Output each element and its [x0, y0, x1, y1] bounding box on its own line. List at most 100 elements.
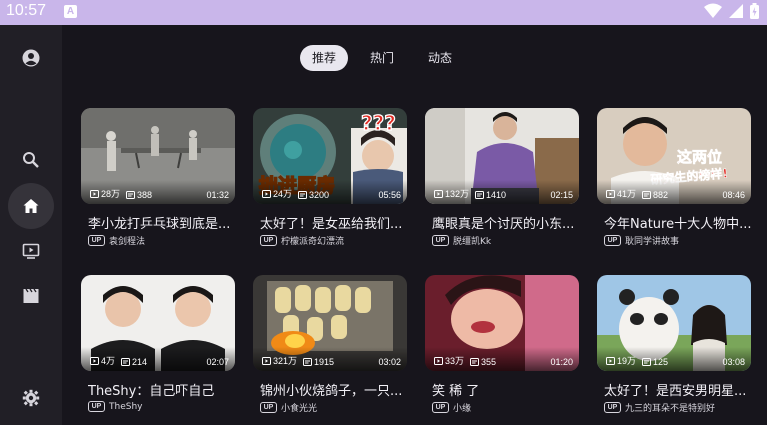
- video-uploader[interactable]: UP 脱缰凯Kk: [432, 234, 491, 247]
- uploader-name: 脱缰凯Kk: [453, 237, 492, 247]
- status-bar: 10:57 A: [0, 0, 767, 25]
- uploader-name: TheShy: [109, 401, 143, 412]
- video-title[interactable]: 锦州小伙烧鸽子，一只...: [260, 380, 410, 399]
- video-uploader[interactable]: UP 柠檬派奇幻漂流: [260, 234, 344, 247]
- view-count: 28万: [101, 189, 121, 199]
- danmaku-count: 388: [137, 190, 153, 200]
- battery-icon: [750, 3, 759, 19]
- video-title[interactable]: 太好了！是女巫给我们...: [260, 213, 410, 232]
- up-badge: UP: [432, 235, 449, 246]
- danmaku-count: 125: [653, 357, 669, 367]
- video-thumbnail[interactable]: ??? 拙进厨房 24万 3200 05:56: [253, 108, 407, 204]
- notification-a-icon: A: [64, 5, 77, 18]
- status-time: 10:57: [6, 2, 47, 19]
- settings-icon: [22, 389, 40, 407]
- danmaku-icon: [642, 191, 652, 199]
- view-count: 132万: [445, 189, 470, 199]
- danmaku-icon: [126, 191, 136, 199]
- video-stats: 19万 125 03:08: [597, 347, 751, 371]
- video-duration: 03:02: [378, 357, 401, 367]
- video-thumbnail[interactable]: 321万 1915 03:02: [253, 275, 407, 371]
- up-badge: UP: [88, 235, 105, 246]
- play-count-icon: [434, 189, 443, 198]
- video-title[interactable]: 今年Nature十大人物中...: [604, 213, 754, 232]
- danmaku-count: 3200: [309, 190, 330, 200]
- video-stats: 41万 882 08:46: [597, 180, 751, 204]
- settings-button[interactable]: [8, 375, 54, 421]
- video-duration: 01:32: [206, 190, 229, 200]
- video-button[interactable]: [8, 228, 54, 274]
- view-count: 41万: [617, 189, 637, 199]
- video-stats: 33万 355 01:20: [425, 347, 579, 371]
- video-title[interactable]: 太好了！是西安男明星...: [604, 380, 754, 399]
- video-duration: 03:08: [722, 357, 745, 367]
- play-count-icon: [606, 189, 615, 198]
- view-count: 4万: [101, 356, 116, 366]
- play-count-icon: [434, 356, 443, 365]
- uploader-name: 耿同学讲故事: [625, 237, 680, 247]
- up-badge: UP: [432, 402, 449, 413]
- movies-button[interactable]: [8, 273, 54, 319]
- danmaku-icon: [121, 358, 131, 366]
- video-uploader[interactable]: UP TheShy: [88, 401, 142, 412]
- video-thumbnail[interactable]: 33万 355 01:20: [425, 275, 579, 371]
- tab-hot[interactable]: 热门: [358, 45, 406, 71]
- view-count: 19万: [617, 356, 637, 366]
- search-button[interactable]: [8, 137, 54, 183]
- video-uploader[interactable]: UP 九三的耳朵不是特别好: [604, 401, 715, 414]
- video-uploader[interactable]: UP 小食光光: [260, 401, 317, 414]
- danmaku-count: 1410: [486, 190, 507, 200]
- video-title[interactable]: TheShy：自己吓自己: [88, 380, 238, 399]
- video-thumbnail[interactable]: 28万 388 01:32: [81, 108, 235, 204]
- wifi-icon: [704, 3, 722, 18]
- play-count-icon: [90, 189, 99, 198]
- video-stats: 28万 388 01:32: [81, 180, 235, 204]
- profile-icon: [22, 49, 40, 67]
- video-title[interactable]: 鹰眼真是个讨厌的小东...: [432, 213, 582, 232]
- video-thumbnail[interactable]: 这两位 研究生的榜样! 41万 882 08:46: [597, 108, 751, 204]
- video-thumbnail[interactable]: 132万 1410 02:15: [425, 108, 579, 204]
- view-count: 321万: [273, 356, 298, 366]
- danmaku-icon: [642, 358, 652, 366]
- search-icon: [23, 152, 39, 168]
- play-count-icon: [262, 356, 271, 365]
- up-badge: UP: [260, 235, 277, 246]
- danmaku-count: 355: [481, 357, 497, 367]
- thumbnail-overlay-text: ???: [361, 111, 396, 135]
- video-stats: 24万 3200 05:56: [253, 180, 407, 204]
- uploader-name: 九三的耳朵不是特别好: [625, 404, 716, 414]
- video-icon: [22, 243, 40, 259]
- video-stats: 4万 214 02:07: [81, 347, 235, 371]
- signal-icon: [729, 4, 743, 18]
- danmaku-count: 1915: [314, 357, 335, 367]
- video-duration: 02:15: [550, 190, 573, 200]
- danmaku-icon: [470, 358, 480, 366]
- play-count-icon: [90, 356, 99, 365]
- video-duration: 02:07: [206, 357, 229, 367]
- danmaku-count: 882: [653, 190, 669, 200]
- danmaku-icon: [475, 191, 485, 199]
- navigation-rail: [0, 25, 62, 425]
- home-button[interactable]: [8, 183, 54, 229]
- profile-button[interactable]: [8, 35, 54, 81]
- up-badge: UP: [88, 401, 105, 412]
- video-title[interactable]: 笑 稀 了: [432, 380, 582, 399]
- thumbnail-overlay-text: 这两位: [677, 148, 722, 166]
- uploader-name: 袁剑程法: [109, 237, 146, 247]
- video-uploader[interactable]: UP 袁剑程法: [88, 234, 145, 247]
- tab-recommend[interactable]: 推荐: [300, 45, 349, 71]
- status-indicators: [704, 3, 759, 19]
- video-uploader[interactable]: UP 耿同学讲故事: [604, 234, 679, 247]
- video-stats: 321万 1915 03:02: [253, 347, 407, 371]
- video-uploader[interactable]: UP 小缘: [432, 401, 471, 414]
- video-title[interactable]: 李小龙打乒乓球到底是...: [88, 213, 238, 232]
- video-duration: 08:46: [722, 190, 745, 200]
- play-count-icon: [606, 356, 615, 365]
- up-badge: UP: [604, 402, 621, 413]
- video-thumbnail[interactable]: 4万 214 02:07: [81, 275, 235, 371]
- video-duration: 01:20: [550, 357, 573, 367]
- video-thumbnail[interactable]: 19万 125 03:08: [597, 275, 751, 371]
- video-duration: 05:56: [378, 190, 401, 200]
- tab-dynamic[interactable]: 动态: [416, 45, 464, 71]
- clapper-icon: [23, 288, 39, 303]
